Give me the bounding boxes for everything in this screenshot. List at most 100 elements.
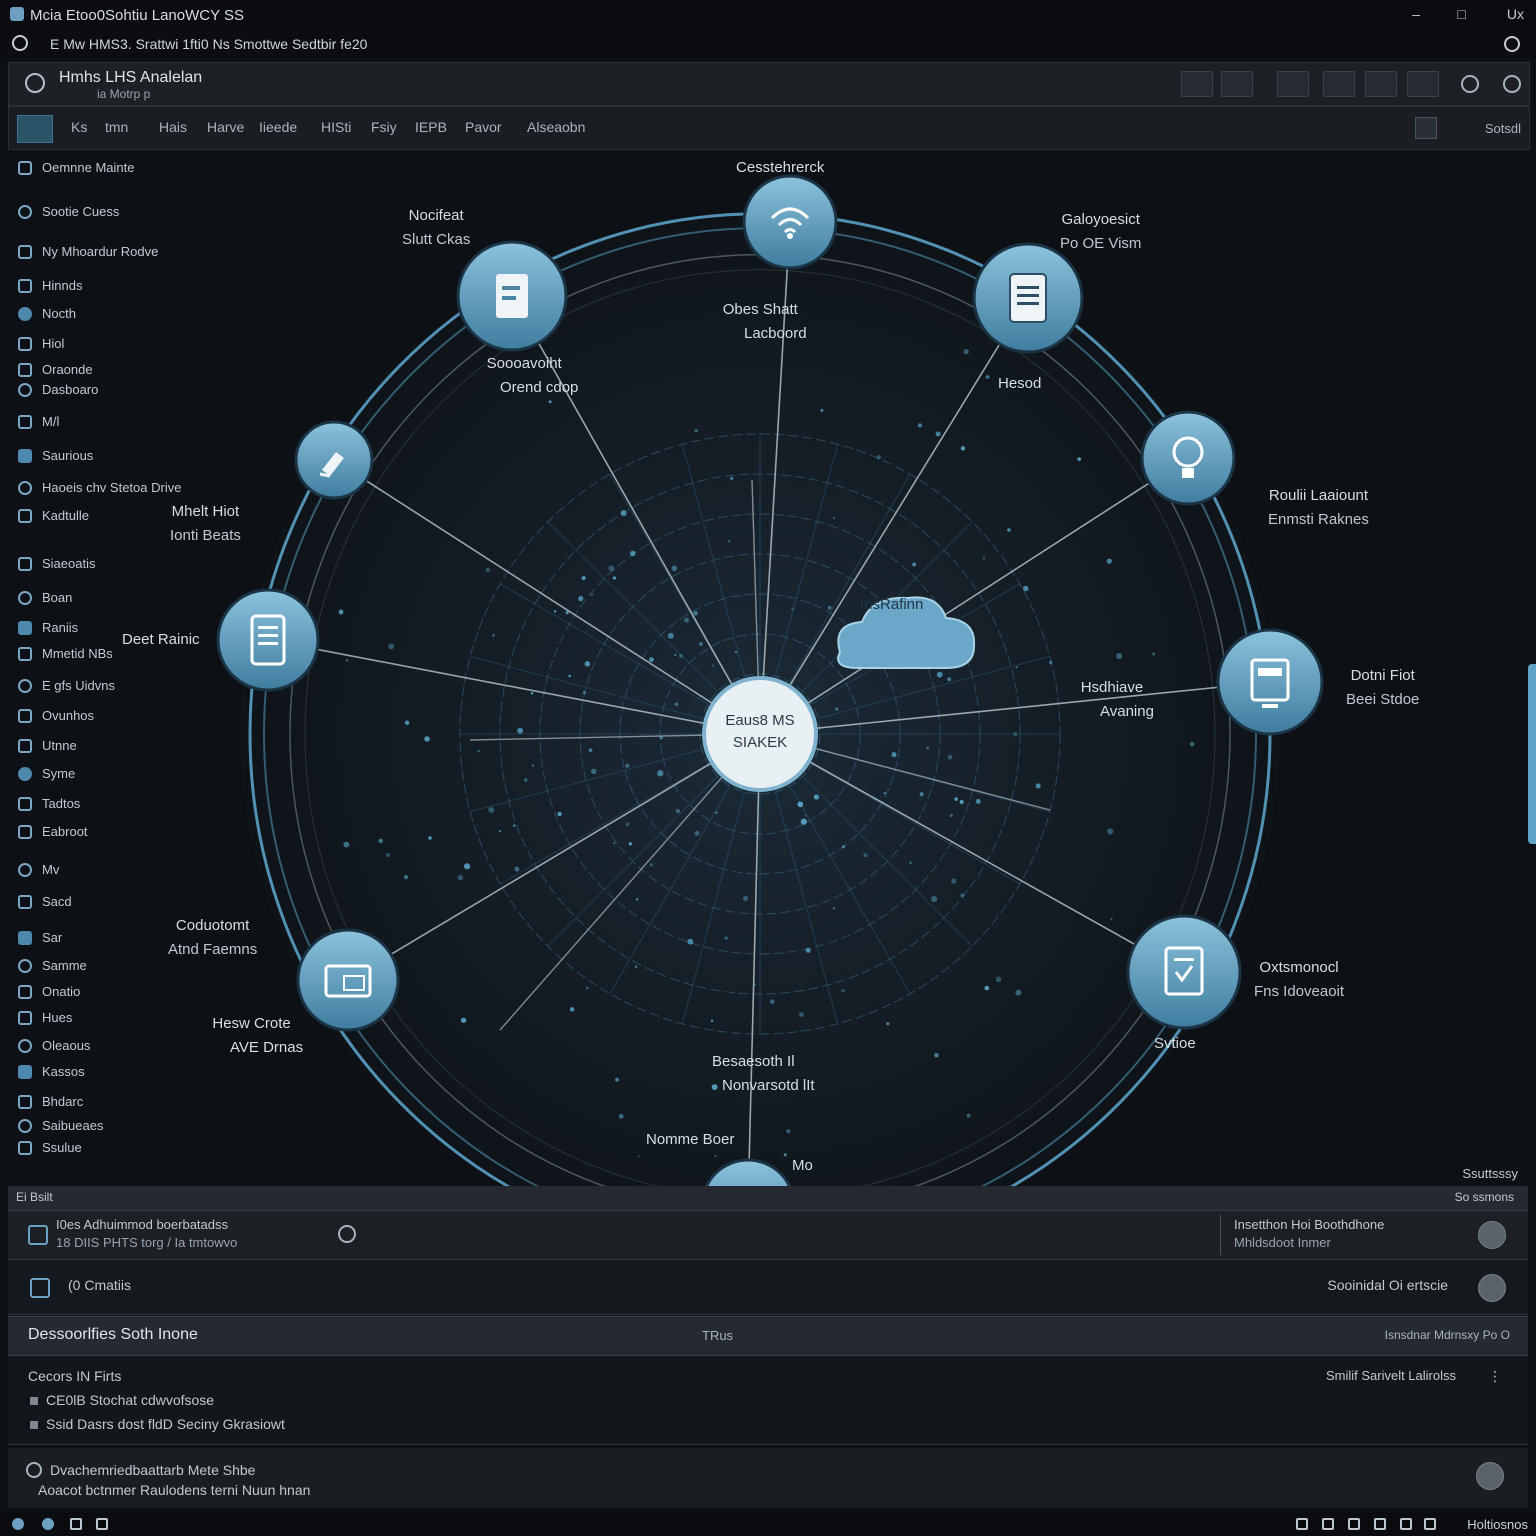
details-item-2[interactable]: Ssid Dasrs dost fldD Seciny Gkrasiowt [30,1416,285,1432]
sidebar-item-21[interactable]: Tadtos [18,796,80,811]
sidebar-item-22[interactable]: Eabroot [18,824,88,839]
tray-wifi-icon[interactable] [1400,1518,1412,1530]
sidebar-item-13[interactable]: Siaeoatis [18,556,95,571]
toolbar-chart-button[interactable] [1365,71,1397,97]
settings-icon[interactable] [96,1518,108,1530]
search-label[interactable]: Sotsdl [1485,121,1521,136]
globe-icon[interactable] [42,1518,54,1530]
tray-volume-icon[interactable] [1348,1518,1360,1530]
lightbulb-node-circle[interactable] [1140,410,1236,506]
avatar[interactable] [1478,1221,1506,1249]
close-button[interactable]: Ux [1507,6,1524,22]
toolbar-user-icon[interactable] [1503,75,1521,93]
sidebar-item-4[interactable]: Hinnds [18,278,82,293]
wifi-node[interactable] [742,174,838,270]
sidebar-item-24[interactable]: Sacd [18,894,72,909]
refresh-icon[interactable] [26,1462,42,1478]
tab-8[interactable]: IEPB [415,119,447,135]
tab-10[interactable]: Alseaobn [527,119,585,135]
details-menu-icon[interactable]: ⋮ [1488,1368,1502,1385]
minimize-button[interactable]: – [1412,6,1420,22]
sidebar-item-18[interactable]: Ovunhos [18,708,94,723]
toolbar-grid-button[interactable] [1181,71,1213,97]
sidebar-item-26[interactable]: Samme [18,958,87,973]
sidebar-item-8[interactable]: Dasboaro [18,382,98,397]
sidebar-item-3[interactable]: Ny Mhoardur Rodve [18,244,158,259]
toolbar-edit-button[interactable] [1277,71,1309,97]
tray-battery-icon[interactable] [1374,1518,1386,1530]
sidebar-item-33[interactable]: Ssulue [18,1140,82,1155]
doc-top-left-node[interactable] [456,240,568,352]
sidebar-item-25[interactable]: Sar [18,930,62,945]
panel-settings-icon[interactable] [25,73,45,93]
avatar[interactable] [1476,1462,1504,1490]
sidebar-item-7[interactable]: Oraonde [18,362,93,377]
toolbar-save-button[interactable] [1221,71,1253,97]
avatar[interactable] [1478,1274,1506,1302]
folder-icon[interactable] [70,1518,82,1530]
tab-3[interactable]: Hais [159,119,187,135]
info-row[interactable]: (0 Cmatiis Sooinidal Oi ertscie [8,1260,1528,1315]
sidebar-item-32[interactable]: Saibueaes [18,1118,103,1133]
sidebar-item-31[interactable]: Bhdarc [18,1094,83,1109]
folder-node-circle[interactable] [296,928,400,1032]
tab-9[interactable]: Pavor [465,119,502,135]
tab-1[interactable]: Ks [71,119,87,135]
sidebar-item-15[interactable]: Raniis [18,620,78,635]
home-button[interactable] [17,115,53,143]
calculator-node-circle[interactable] [1216,628,1324,736]
sidebar-item-6[interactable]: Hiol [18,336,64,351]
sidebar-item-2[interactable]: Sootie Cuess [18,204,119,219]
particle-dot [581,576,586,581]
tab-7[interactable]: Fsiy [371,119,397,135]
details-item-1[interactable]: CE0lB Stochat cdwvofsose [30,1392,214,1408]
tray-clock-icon[interactable] [1424,1518,1436,1530]
tab-2[interactable]: tmn [105,119,128,135]
tab-5[interactable]: Iieede [259,119,297,135]
sidebar-item-16[interactable]: Mmetid NBs [18,646,113,661]
sidebar-item-12[interactable]: Kadtulle [18,508,89,523]
sidebar-item-17[interactable]: E gfs Uidvns [18,678,115,693]
pen-node[interactable] [294,420,374,500]
sidebar-item-10[interactable]: Saurious [18,448,93,463]
clipboard-node[interactable] [1126,914,1242,1030]
menu-path[interactable]: E Mw HMS3. Srattwi 1fti0 Ns Smottwe Sedt… [50,36,367,52]
section-mid-label: TRus [702,1328,734,1343]
start-icon[interactable] [12,1518,24,1530]
tab-6[interactable]: HISti [321,119,351,135]
power-icon[interactable] [1504,36,1520,52]
toolbar-help-icon[interactable] [1461,75,1479,93]
tray-gear-icon[interactable] [1296,1518,1308,1530]
search-icon[interactable] [12,35,28,51]
sidebar-item-23[interactable]: Mv [18,862,59,877]
notification-row[interactable]: I0es Adhuimmod boerbatadss 18 DIIS PHTS … [8,1210,1528,1260]
tab-4[interactable]: Harve [207,119,244,135]
right-scroll-handle[interactable] [1528,664,1536,844]
maximize-button[interactable]: □ [1458,6,1466,22]
calculator-node[interactable] [1216,628,1324,736]
lightbulb-node[interactable] [1140,410,1236,506]
sidebar-item-1[interactable]: Oemnne Mainte [18,160,135,175]
toolbar-columns-button[interactable] [1407,71,1439,97]
user-icon[interactable] [338,1225,356,1243]
sidebar-item-5[interactable]: Nocth [18,306,76,321]
sidebar-item-30[interactable]: Kassos [18,1064,85,1079]
sidebar-item-29[interactable]: Oleaous [18,1038,90,1053]
particle-dot [873,797,877,801]
search-button[interactable] [1415,117,1437,139]
toolbar-image-button[interactable] [1323,71,1355,97]
sidebar-item-9[interactable]: M/l [18,414,59,429]
doc-top-right-node[interactable] [972,242,1084,354]
sidebar-item-20[interactable]: Syme [18,766,75,781]
sidebar-item-label: Hinnds [42,278,83,293]
tray-network-icon[interactable] [1322,1518,1334,1530]
sidebar-item-27[interactable]: Onatio [18,984,80,999]
sidebar-item-14[interactable]: Boan [18,590,72,605]
tablet-node-circle[interactable] [216,588,320,692]
wifi-node-circle[interactable] [742,174,838,270]
tablet-node[interactable] [216,588,320,692]
clipboard-node-circle[interactable] [1126,914,1242,1030]
folder-node[interactable] [296,928,400,1032]
sidebar-item-19[interactable]: Utnne [18,738,77,753]
sidebar-item-28[interactable]: Hues [18,1010,72,1025]
